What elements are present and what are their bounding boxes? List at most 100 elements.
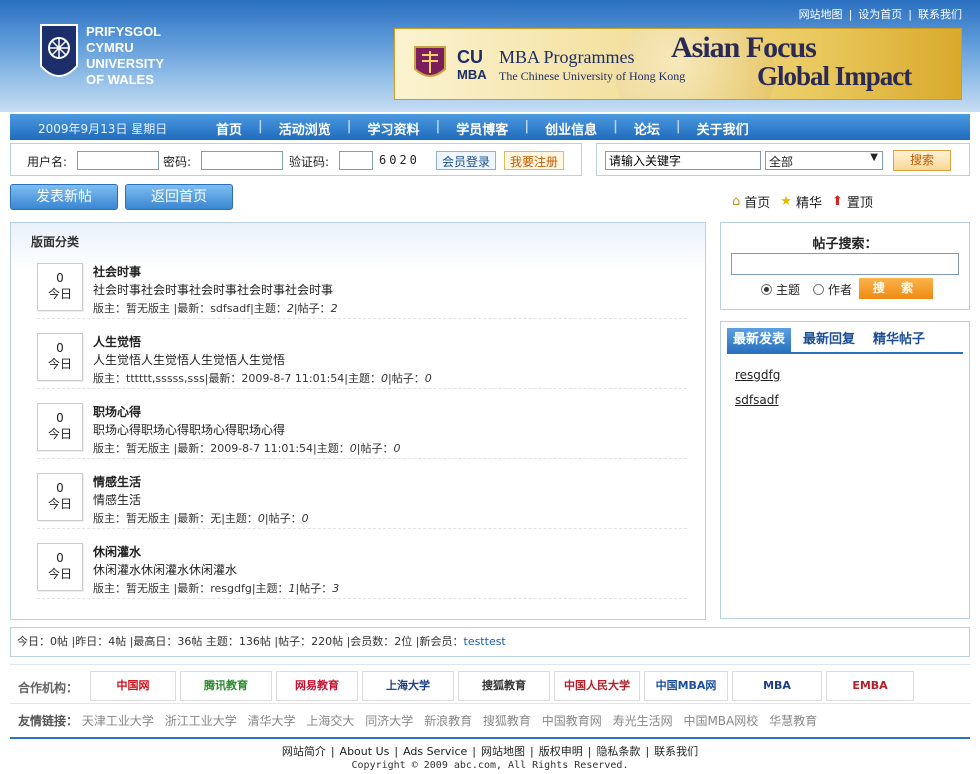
back-home-button[interactable]: 返回首页 (125, 184, 233, 210)
legend-pinned: ⬆ 置顶 (832, 192, 873, 211)
category-meta: 版主：tttttt,sssss,sss|最新：2009-8-7 11:01:54… (93, 372, 432, 385)
nav-item-startup[interactable]: 创业信息 (529, 119, 613, 138)
post-count: 3 (332, 582, 340, 595)
category-name[interactable]: 职场心得 (93, 403, 141, 420)
friend-link[interactable]: 中国MBA网校 (683, 714, 758, 728)
register-button[interactable]: 我要注册 (504, 151, 565, 170)
nav-item-materials[interactable]: 学习资料 (352, 119, 436, 138)
footer-link-sitemap[interactable]: 网站地图 (481, 745, 525, 758)
post-search-input[interactable] (731, 253, 959, 275)
footer-link-contact[interactable]: 联系我们 (654, 745, 698, 758)
tab-latest-replies[interactable]: 最新回复 (797, 328, 861, 352)
university-line: UNIVERSITY (86, 56, 165, 71)
category-row: 0 今日 人生觉悟 人生觉悟人生觉悟人生觉悟人生觉悟 版主：tttttt,sss… (37, 329, 687, 389)
today-count-box: 0 今日 (37, 263, 83, 311)
keyword-input[interactable] (605, 151, 761, 170)
category-name[interactable]: 人生觉悟 (93, 333, 141, 350)
footer-link-privacy[interactable]: 隐私条款 (596, 745, 640, 758)
nav-item-blogs[interactable]: 学员博客 (440, 119, 524, 138)
footer-link-intro[interactable]: 网站简介 (282, 745, 326, 758)
university-logo[interactable]: PRIFYSGOL CYMRU UNIVERSITY OF WALES (38, 22, 188, 94)
friend-links-label: 友情链接： (18, 714, 79, 728)
scope-select[interactable]: 全部 ▼ (765, 151, 883, 170)
password-field[interactable] (201, 151, 283, 170)
post-search-title: 帖子搜索： (812, 237, 878, 252)
partner-logo-shu[interactable]: 上海大学 (362, 671, 454, 701)
login-button[interactable]: 会员登录 (436, 151, 497, 170)
new-member-link[interactable]: testtest (464, 635, 506, 648)
topic-label: 主题： (253, 302, 287, 315)
category-name[interactable]: 社会时事 (93, 263, 141, 280)
today-count-box: 0 今日 (37, 473, 83, 521)
nav-item-activities[interactable]: 活动浏览 (263, 119, 347, 138)
set-homepage-link[interactable]: 设为首页 (858, 8, 902, 21)
contact-link[interactable]: 联系我们 (918, 8, 962, 21)
post-count: 0 (301, 512, 309, 525)
mba-banner[interactable]: CU MBA MBA Programmes The Chinese Univer… (394, 28, 962, 100)
radio-subject[interactable]: 主题 (761, 281, 800, 298)
latest-post-link[interactable]: resgdfg (735, 368, 780, 382)
legend-home-label: 首页 (744, 196, 771, 211)
partner-logo-china[interactable]: 中国网 (90, 671, 176, 701)
category-meta: 版主：暂无版主 |最新：sdfsadf|主题：2|帖子：2 (93, 302, 338, 315)
friend-link[interactable]: 中国教育网 (542, 714, 602, 728)
friend-link[interactable]: 浙江工业大学 (165, 714, 237, 728)
partner-logo-sohu[interactable]: 搜狐教育 (458, 671, 550, 701)
friend-link[interactable]: 上海交大 (306, 714, 354, 728)
category-row: 0 今日 休闲灌水 休闲灌水休闲灌水休闲灌水 版主：暂无版主 |最新：resgd… (37, 539, 687, 599)
sitemap-link[interactable]: 网站地图 (799, 8, 843, 21)
footer-link-about[interactable]: About Us (340, 745, 390, 758)
username-field[interactable] (77, 151, 159, 170)
latest-post[interactable]: 最新：无 (177, 512, 221, 525)
partner-logo-chinamba[interactable]: 中国MBA网 (644, 671, 728, 701)
legend-pinned-label: 置顶 (846, 196, 873, 211)
legend-featured: ★ 精华 (780, 192, 822, 211)
post-search-button[interactable]: 搜 索 (859, 278, 933, 299)
captcha-label: 验证码: (289, 155, 330, 169)
footer-link-ads[interactable]: Ads Service (403, 745, 467, 758)
partner-logo-ruc[interactable]: 中国人民大学 (554, 671, 640, 701)
captcha-field[interactable] (339, 151, 373, 170)
friend-link[interactable]: 新浪教育 (424, 714, 472, 728)
banner-mba: MBA (457, 67, 487, 82)
topic-label: 主题： (224, 512, 258, 525)
latest-panel: 最新发表 最新回复 精华帖子 resgdfg sdfsadf (720, 321, 970, 619)
nav-item-home[interactable]: 首页 (200, 119, 258, 138)
username-label: 用户名: (27, 155, 68, 169)
topic-count: 1 (288, 582, 296, 595)
moderator: 版主：tttttt,sssss,sss (93, 372, 205, 385)
friend-link[interactable]: 天津工业大学 (82, 714, 154, 728)
post-label: 帖子： (299, 582, 333, 595)
category-name[interactable]: 情感生活 (93, 473, 141, 490)
latest-post[interactable]: 最新：2009-8-7 11:01:54 (177, 442, 313, 455)
latest-post[interactable]: 最新：resgdfg (177, 582, 252, 595)
partner-logo-emba[interactable]: EMBA (826, 671, 914, 701)
new-post-button[interactable]: 发表新帖 (10, 184, 118, 210)
post-label: 帖子： (391, 372, 425, 385)
category-meta: 版主：暂无版主 |最新：2009-8-7 11:01:54|主题：0|帖子：0 (93, 442, 401, 455)
today-count: 0 (56, 341, 64, 355)
footer-link-copyright[interactable]: 版权申明 (539, 745, 583, 758)
friend-link[interactable]: 寿光生活网 (613, 714, 673, 728)
partner-logo-qq[interactable]: 腾讯教育 (180, 671, 272, 701)
nav-items: 首页 | 活动浏览 | 学习资料 | 学员博客 | 创业信息 | 论坛 | 关于我们 (200, 119, 765, 138)
radio-author[interactable]: 作者 (813, 281, 852, 298)
latest-post[interactable]: 最新：2009-8-7 11:01:54 (208, 372, 344, 385)
nav-item-forum[interactable]: 论坛 (618, 119, 676, 138)
friend-link[interactable]: 清华大学 (248, 714, 296, 728)
category-name[interactable]: 休闲灌水 (93, 543, 141, 560)
partner-logo-163[interactable]: 网易教育 (276, 671, 358, 701)
partner-logo-mba[interactable]: MBA (732, 671, 822, 701)
tab-latest-posts[interactable]: 最新发表 (727, 328, 792, 352)
friend-link[interactable]: 搜狐教育 (483, 714, 531, 728)
radio-author-label: 作者 (828, 283, 853, 297)
friend-link[interactable]: 华慧教育 (769, 714, 817, 728)
friend-link[interactable]: 同济大学 (365, 714, 413, 728)
latest-post-link[interactable]: sdfsadf (735, 393, 779, 407)
nav-item-about[interactable]: 关于我们 (681, 119, 765, 138)
category-row: 0 今日 职场心得 职场心得职场心得职场心得职场心得 版主：暂无版主 |最新：2… (37, 399, 687, 459)
category-desc: 社会时事社会时事社会时事社会时事社会时事 (93, 283, 334, 297)
tab-featured-posts[interactable]: 精华帖子 (867, 328, 931, 352)
search-button[interactable]: 搜索 (893, 150, 951, 171)
latest-post[interactable]: 最新：sdfsadf (177, 302, 250, 315)
